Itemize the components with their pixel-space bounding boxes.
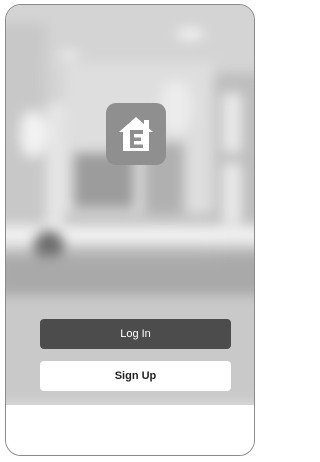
app-logo	[106, 103, 166, 165]
sign-up-label: Sign Up	[114, 370, 157, 382]
bottom-safe-area	[6, 405, 254, 455]
log-in-label: Log In	[120, 328, 151, 340]
sign-up-button[interactable]: Sign Up	[40, 361, 231, 391]
house-e-icon	[119, 117, 153, 151]
background-image: Log In Sign Up	[6, 5, 254, 405]
log-in-button[interactable]: Log In	[40, 319, 231, 349]
phone-frame: Log In Sign Up	[5, 4, 255, 456]
